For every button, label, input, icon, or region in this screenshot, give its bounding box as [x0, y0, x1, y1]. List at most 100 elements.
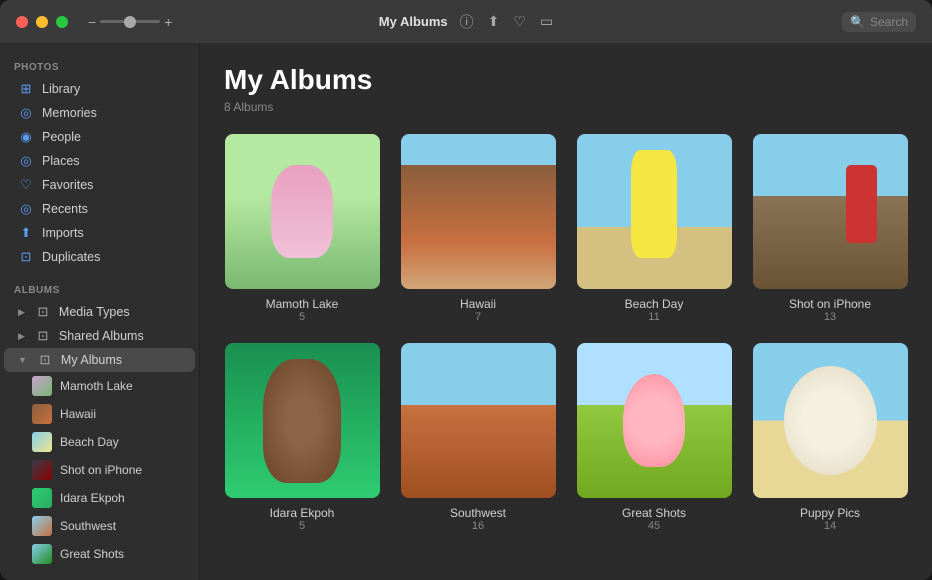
sidebar-item-imports[interactable]: ⬆ Imports	[4, 221, 195, 245]
heart-icon[interactable]: ♡	[513, 13, 526, 30]
sidebar-item-memories[interactable]: ◎ Memories	[4, 101, 195, 125]
sidebar-item-label: Mamoth Lake	[60, 379, 133, 393]
library-icon: ⊞	[18, 81, 34, 97]
chevron-down-icon: ▼	[18, 355, 27, 365]
album-count: 16	[472, 520, 484, 532]
search-bar[interactable]: 🔍 Search	[842, 12, 916, 32]
my-albums-icon: ⊡	[37, 352, 53, 368]
sidebar-item-library[interactable]: ⊞ Library	[4, 77, 195, 101]
sidebar-item-people[interactable]: ◉ People	[4, 125, 195, 149]
zoom-thumb[interactable]	[124, 16, 136, 28]
album-item-beach-day[interactable]: Beach Day11	[576, 134, 732, 323]
titlebar-title: My Albums	[379, 14, 448, 29]
sidebar-item-label: Shared Albums	[59, 329, 144, 343]
sidebar-subitem-beach-day[interactable]: Beach Day	[4, 428, 195, 456]
album-count: 5	[299, 520, 305, 532]
zoom-minus-button[interactable]: −	[88, 14, 96, 30]
album-thumb	[32, 404, 52, 424]
albums-count: 8 Albums	[224, 100, 908, 114]
sidebar-item-label: Hawaii	[60, 407, 96, 421]
album-item-hawaii[interactable]: Hawaii7	[400, 134, 556, 323]
album-name: Hawaii	[460, 297, 496, 311]
sidebar-item-label: Duplicates	[42, 250, 100, 264]
sidebar-item-label: Recents	[42, 202, 88, 216]
sidebar-item-recents[interactable]: ◎ Recents	[4, 197, 195, 221]
favorites-icon: ♡	[18, 177, 34, 193]
album-item-mamoth-lake[interactable]: Mamoth Lake5	[224, 134, 380, 323]
sidebar-item-label: Places	[42, 154, 80, 168]
sidebar-item-label: Media Types	[59, 305, 130, 319]
recents-icon: ◎	[18, 201, 34, 217]
album-name: Puppy Pics	[800, 506, 860, 520]
search-placeholder: Search	[870, 15, 908, 29]
album-thumbnail	[753, 343, 908, 498]
minimize-button[interactable]	[36, 16, 48, 28]
zoom-plus-button[interactable]: +	[164, 14, 172, 30]
sidebar-item-label: Southwest	[60, 519, 116, 533]
album-thumb	[32, 544, 52, 564]
main-layout: Photos ⊞ Library ◎ Memories ◉ People ◎ P…	[0, 44, 932, 580]
chevron-right-icon: ▶	[18, 331, 25, 342]
album-item-puppy-pics[interactable]: Puppy Pics14	[752, 343, 908, 532]
sidebar-item-places[interactable]: ◎ Places	[4, 149, 195, 173]
duplicates-icon: ⊡	[18, 249, 34, 265]
album-thumbnail	[577, 343, 732, 498]
page-title: My Albums	[224, 64, 908, 96]
sidebar-item-label: Favorites	[42, 178, 93, 192]
sidebar-item-media-types[interactable]: ▶ ⊡ Media Types	[4, 300, 195, 324]
sidebar-item-label: Memories	[42, 106, 97, 120]
album-name: Mamoth Lake	[266, 297, 339, 311]
content-area: My Albums 8 Albums Mamoth Lake5Hawaii7Be…	[200, 44, 932, 580]
sidebar-item-favorites[interactable]: ♡ Favorites	[4, 173, 195, 197]
album-name: Great Shots	[622, 506, 686, 520]
media-types-icon: ⊡	[35, 304, 51, 320]
maximize-button[interactable]	[56, 16, 68, 28]
album-count: 7	[475, 311, 481, 323]
shared-albums-icon: ⊡	[35, 328, 51, 344]
frame-icon[interactable]: ▭	[540, 13, 553, 30]
sidebar-subitem-idara-ekpoh[interactable]: Idara Ekpoh	[4, 484, 195, 512]
sidebar-item-label: People	[42, 130, 81, 144]
titlebar-icons: ⓘ ⬆ ♡ ▭	[460, 12, 554, 32]
sidebar: Photos ⊞ Library ◎ Memories ◉ People ◎ P…	[0, 44, 200, 580]
main-window: − + My Albums ⓘ ⬆ ♡ ▭ 🔍 Search Photos	[0, 0, 932, 580]
sidebar-subitem-hawaii[interactable]: Hawaii	[4, 400, 195, 428]
album-count: 45	[648, 520, 660, 532]
sidebar-subitem-mamoth-lake[interactable]: Mamoth Lake	[4, 372, 195, 400]
album-thumbnail	[401, 134, 556, 289]
sidebar-item-label: My Albums	[61, 353, 122, 367]
sidebar-item-my-albums[interactable]: ▼ ⊡ My Albums	[4, 348, 195, 372]
album-item-great-shots[interactable]: Great Shots45	[576, 343, 732, 532]
album-name: Idara Ekpoh	[270, 506, 335, 520]
close-button[interactable]	[16, 16, 28, 28]
sidebar-item-label: Library	[42, 82, 80, 96]
sidebar-subitem-shot-on-iphone[interactable]: Shot on iPhone	[4, 456, 195, 484]
zoom-slider[interactable]	[100, 20, 160, 23]
sidebar-subitem-southwest[interactable]: Southwest	[4, 512, 195, 540]
album-thumb	[32, 488, 52, 508]
album-thumbnail	[225, 134, 380, 289]
album-thumbnail	[753, 134, 908, 289]
places-icon: ◎	[18, 153, 34, 169]
album-thumb	[32, 376, 52, 396]
sidebar-subitem-great-shots[interactable]: Great Shots	[4, 540, 195, 568]
album-thumbnail	[225, 343, 380, 498]
imports-icon: ⬆	[18, 225, 34, 241]
album-name: Southwest	[450, 506, 506, 520]
share-icon[interactable]: ⬆	[488, 13, 500, 30]
album-item-idara-ekpoh[interactable]: Idara Ekpoh5	[224, 343, 380, 532]
album-count: 13	[824, 311, 836, 323]
album-item-shot-on-iphone[interactable]: Shot on iPhone13	[752, 134, 908, 323]
titlebar: − + My Albums ⓘ ⬆ ♡ ▭ 🔍 Search	[0, 0, 932, 44]
album-thumbnail	[401, 343, 556, 498]
sidebar-item-shared-albums[interactable]: ▶ ⊡ Shared Albums	[4, 324, 195, 348]
album-count: 11	[648, 311, 659, 323]
people-icon: ◉	[18, 129, 34, 145]
sidebar-item-duplicates[interactable]: ⊡ Duplicates	[4, 245, 195, 269]
info-icon[interactable]: ⓘ	[460, 12, 474, 32]
sidebar-section-albums: Albums	[0, 277, 199, 300]
album-thumb	[32, 460, 52, 480]
zoom-control: − +	[88, 14, 172, 30]
titlebar-center: My Albums ⓘ ⬆ ♡ ▭	[379, 12, 553, 32]
album-item-southwest[interactable]: Southwest16	[400, 343, 556, 532]
